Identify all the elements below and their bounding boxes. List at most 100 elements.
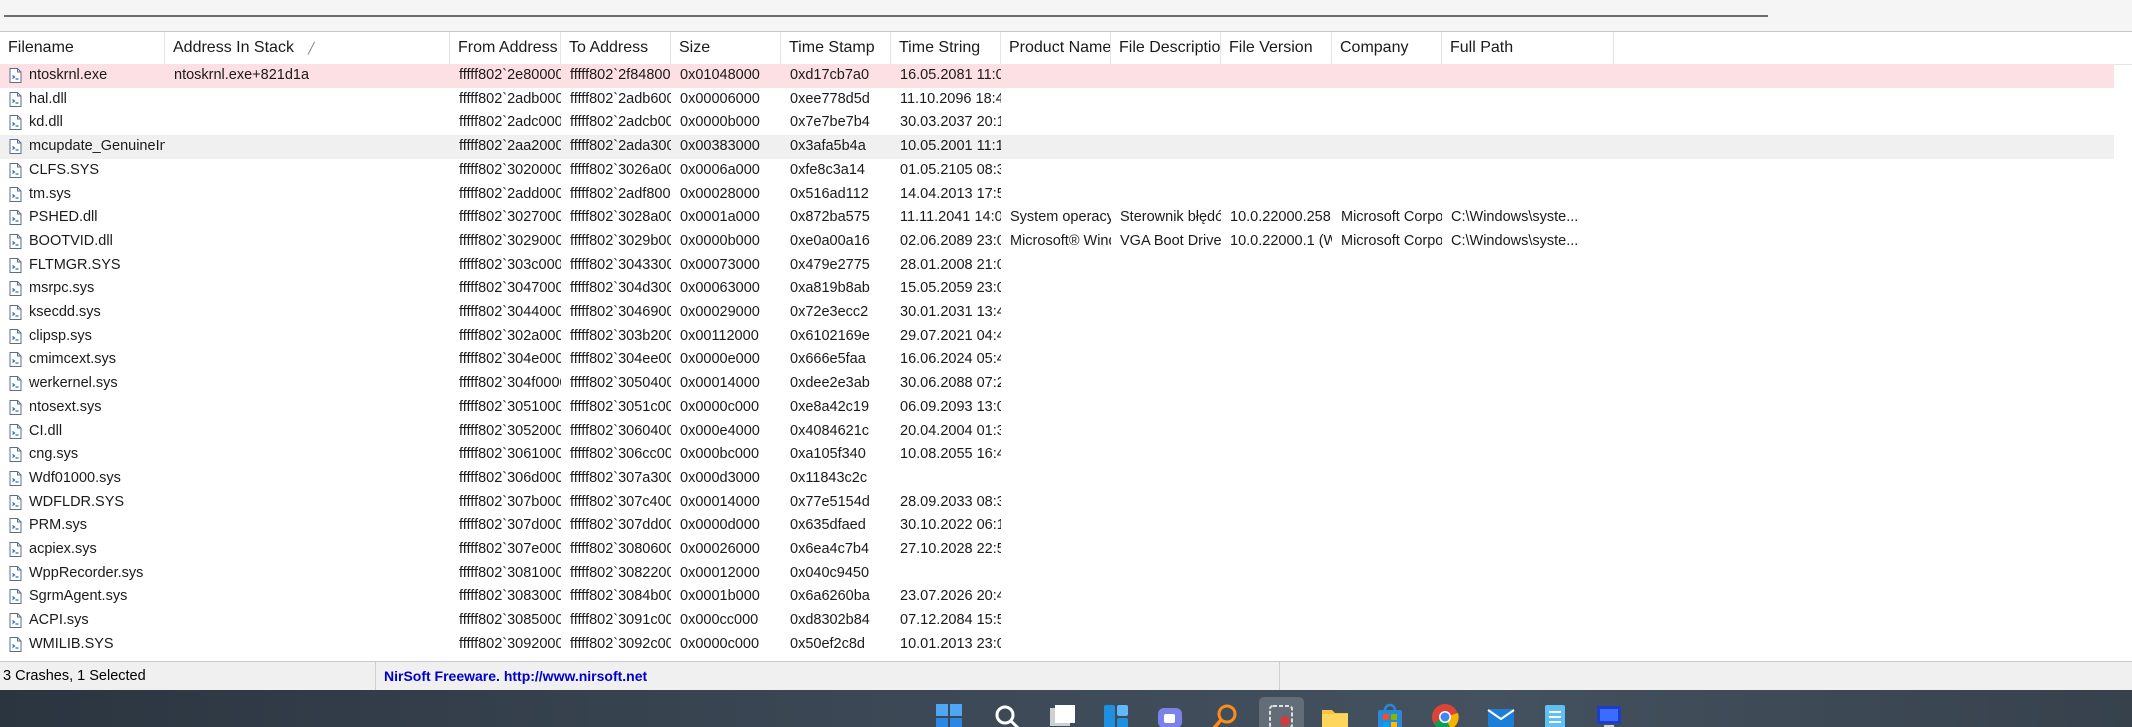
table-row[interactable]: SgrmAgent.sys fffff802`30830000 fffff802`3… — [0, 585, 2132, 609]
status-empty — [1280, 662, 2132, 691]
driver-file-icon — [9, 115, 22, 131]
column-header-full-path[interactable]: Full Path — [1442, 32, 1614, 64]
cell-address-in-stack — [165, 372, 450, 396]
notepad-icon[interactable] — [1540, 702, 1570, 727]
table-row[interactable]: PRM.sys fffff802`307d0000 fffff802`307dd00… — [0, 514, 2132, 538]
cell-time-string — [891, 562, 1001, 586]
column-header-filename[interactable]: Filename — [0, 32, 165, 64]
cell-address-in-stack — [165, 538, 450, 562]
cell-product-name — [1001, 277, 1111, 301]
cell-product-name — [1001, 254, 1111, 278]
column-header-company[interactable]: Company — [1332, 32, 1442, 64]
cell-company: Microsoft Corpora... — [1341, 232, 1442, 249]
search-icon[interactable] — [992, 702, 1022, 727]
widgets-icon[interactable] — [1101, 702, 1131, 727]
start-icon[interactable] — [934, 702, 964, 727]
table-row[interactable]: FLTMGR.SYS fffff802`303c0000 fffff802`3043… — [0, 254, 2132, 278]
cell-file-version — [1221, 111, 1332, 135]
cell-file-description — [1111, 585, 1221, 609]
table-row[interactable]: cng.sys fffff802`30610000 fffff802`306cc00… — [0, 443, 2132, 467]
cell-file-description — [1111, 443, 1221, 467]
table-row[interactable]: CLFS.SYS fffff802`30200000 fffff802`3026a0… — [0, 159, 2132, 183]
cell-company — [1332, 443, 1442, 467]
column-header-label: Filename — [8, 39, 74, 56]
driver-file-icon — [9, 186, 22, 202]
table-row[interactable]: BOOTVID.dll fffff802`30290000 fffff802`302… — [0, 230, 2132, 254]
snipping-tool-icon[interactable] — [1266, 702, 1296, 727]
driver-file-icon — [9, 376, 22, 392]
cell-product-name — [1001, 585, 1111, 609]
cell-from-address: fffff802`2aa20000 — [459, 138, 561, 155]
cell-time-stamp: 0x479e2775 — [790, 256, 870, 273]
table-row[interactable]: clipsp.sys fffff802`302a0000 fffff802`303b… — [0, 325, 2132, 349]
cell-from-address: fffff802`30520000 — [459, 422, 561, 439]
cell-company — [1332, 467, 1442, 491]
chrome-icon[interactable] — [1430, 702, 1460, 727]
teams-chat-icon[interactable] — [1155, 702, 1185, 727]
table-row[interactable]: ACPI.sys fffff802`30850000 fffff802`3091c0… — [0, 609, 2132, 633]
cell-to-address: fffff802`2ada3000 — [570, 138, 671, 155]
cell-time-string: 28.01.2008 21:05:25 — [900, 256, 1001, 273]
column-header-to-address[interactable]: To Address — [561, 32, 671, 64]
column-header-file-description[interactable]: File Description — [1111, 32, 1221, 64]
column-header-time-stamp[interactable]: Time Stamp — [781, 32, 891, 64]
driver-list: ntoskrnl.exe ntoskrnl.exe+821d1a fffff802`… — [0, 64, 2132, 658]
column-header-from-address[interactable]: From Address — [450, 32, 561, 64]
table-row[interactable]: ksecdd.sys fffff802`30440000 fffff802`3046… — [0, 301, 2132, 325]
cell-full-path — [1442, 372, 1614, 396]
column-header-file-version[interactable]: File Version — [1221, 32, 1332, 64]
cell-company — [1332, 633, 1442, 657]
cell-file-description — [1111, 325, 1221, 349]
column-header-product-name[interactable]: Product Name — [1001, 32, 1111, 64]
driver-file-icon — [9, 589, 22, 605]
cell-from-address: fffff802`30200000 — [459, 161, 561, 178]
table-row[interactable]: acpiex.sys fffff802`307e0000 fffff802`3080… — [0, 538, 2132, 562]
table-row[interactable]: msrpc.sys fffff802`30470000 fffff802`304d3… — [0, 277, 2132, 301]
cell-size: 0x000bc000 — [680, 446, 760, 463]
cell-file-version — [1221, 159, 1332, 183]
table-row[interactable]: tm.sys fffff802`2add0000 fffff802`2adf8000… — [0, 183, 2132, 207]
table-row[interactable]: WMILIB.SYS fffff802`30920000 fffff802`3092… — [0, 633, 2132, 657]
table-row[interactable]: ntoskrnl.exe ntoskrnl.exe+821d1a fffff802`… — [0, 64, 2114, 88]
cell-file-version — [1221, 514, 1332, 538]
table-row[interactable]: CI.dll fffff802`30520000 fffff802`3060400 0… — [0, 420, 2132, 444]
cell-filename: ACPI.sys — [29, 612, 89, 629]
column-header-time-string[interactable]: Time String — [891, 32, 1001, 64]
cell-time-string: 30.06.2088 07:22:51 — [900, 375, 1001, 392]
cell-file-version — [1221, 254, 1332, 278]
table-row[interactable]: WDFLDR.SYS fffff802`307b0000 fffff802`307c… — [0, 491, 2132, 515]
magnifier-search-icon[interactable] — [1210, 702, 1240, 727]
table-row[interactable]: Wdf01000.sys fffff802`306d0000 fffff802`30… — [0, 467, 2132, 491]
table-row[interactable]: mcupdate_GenuineIntel.dll fffff802`2aa200… — [0, 135, 2114, 159]
table-row[interactable]: WppRecorder.sys fffff802`30810000 fffff802… — [0, 562, 2132, 586]
microsoft-store-icon[interactable] — [1375, 702, 1405, 727]
remote-desktop-icon[interactable] — [1594, 702, 1624, 727]
cell-filename: SgrmAgent.sys — [29, 588, 128, 605]
cell-size: 0x0000e000 — [680, 351, 760, 368]
horizontal-scrollbar-thumb[interactable] — [4, 15, 1768, 17]
cell-to-address: fffff802`2adf8000 — [570, 185, 671, 202]
cell-file-description — [1111, 633, 1221, 657]
table-row[interactable]: hal.dll fffff802`2adb0000 fffff802`2adb600… — [0, 88, 2132, 112]
cell-from-address: fffff802`30920000 — [459, 635, 561, 652]
cell-full-path — [1442, 491, 1614, 515]
mail-icon[interactable] — [1486, 702, 1516, 727]
table-row[interactable]: ntosext.sys fffff802`30510000 fffff802`305… — [0, 396, 2132, 420]
driver-file-icon — [9, 470, 22, 486]
column-header-size[interactable]: Size — [671, 32, 781, 64]
table-row[interactable]: werkernel.sys fffff802`304f0000 fffff802`3… — [0, 372, 2132, 396]
file-explorer-icon[interactable] — [1320, 702, 1350, 727]
table-row[interactable]: PSHED.dll fffff802`30270000 fffff802`3028a… — [0, 206, 2132, 230]
cell-time-stamp: 0x4084621c — [790, 422, 870, 439]
table-row[interactable]: kd.dll fffff802`2adc0000 fffff802`2adcb000… — [0, 111, 2132, 135]
cell-company — [1332, 562, 1442, 586]
nirsoft-link[interactable]: NirSoft Freeware. http://www.nirsoft.net — [376, 662, 1280, 691]
cell-from-address: fffff802`307b0000 — [459, 493, 561, 510]
cell-size: 0x00073000 — [680, 256, 760, 273]
column-header-address-in-stack[interactable]: Address In Stack ╱ — [165, 32, 450, 64]
cell-full-path — [1442, 301, 1614, 325]
cell-address-in-stack — [165, 277, 450, 301]
table-row[interactable]: cmimcext.sys fffff802`304e0000 fffff802`30… — [0, 348, 2132, 372]
cell-file-version — [1221, 633, 1332, 657]
task-view-icon[interactable] — [1047, 702, 1077, 727]
